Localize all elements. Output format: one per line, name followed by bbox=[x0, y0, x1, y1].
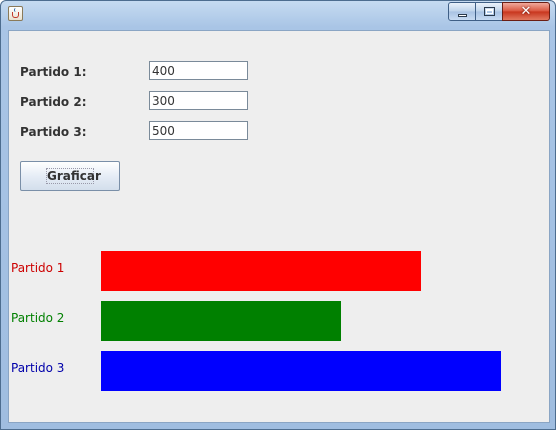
maximize-icon bbox=[484, 7, 495, 16]
partido-1-input[interactable] bbox=[149, 61, 248, 80]
graficar-button[interactable]: Graficar bbox=[20, 161, 120, 191]
bar-label: Partido 3 bbox=[11, 361, 65, 375]
partido-3-input[interactable] bbox=[149, 121, 248, 140]
field-label-partido-1: Partido 1: bbox=[20, 65, 87, 79]
graficar-button-label: Graficar bbox=[46, 168, 101, 184]
java-cup-icon[interactable] bbox=[8, 6, 23, 21]
field-label-partido-3: Partido 3: bbox=[20, 125, 87, 139]
maximize-button[interactable] bbox=[475, 2, 503, 21]
field-label-partido-2: Partido 2: bbox=[20, 95, 87, 109]
bar bbox=[101, 301, 341, 341]
content-panel: Partido 1: Partido 2: Partido 3: Grafica… bbox=[8, 30, 550, 423]
partido-2-input[interactable] bbox=[149, 91, 248, 110]
close-button[interactable]: ✕ bbox=[502, 2, 550, 21]
bar bbox=[101, 351, 501, 391]
bar-label: Partido 1 bbox=[11, 261, 65, 275]
title-bar[interactable]: ✕ bbox=[1, 1, 555, 27]
minimize-icon bbox=[458, 14, 467, 17]
app-window: ✕ Partido 1: Partido 2: Partido 3: Grafi… bbox=[0, 0, 556, 430]
close-icon: ✕ bbox=[520, 4, 532, 19]
bar-label: Partido 2 bbox=[11, 311, 65, 325]
bar bbox=[101, 251, 421, 291]
minimize-button[interactable] bbox=[448, 2, 476, 21]
